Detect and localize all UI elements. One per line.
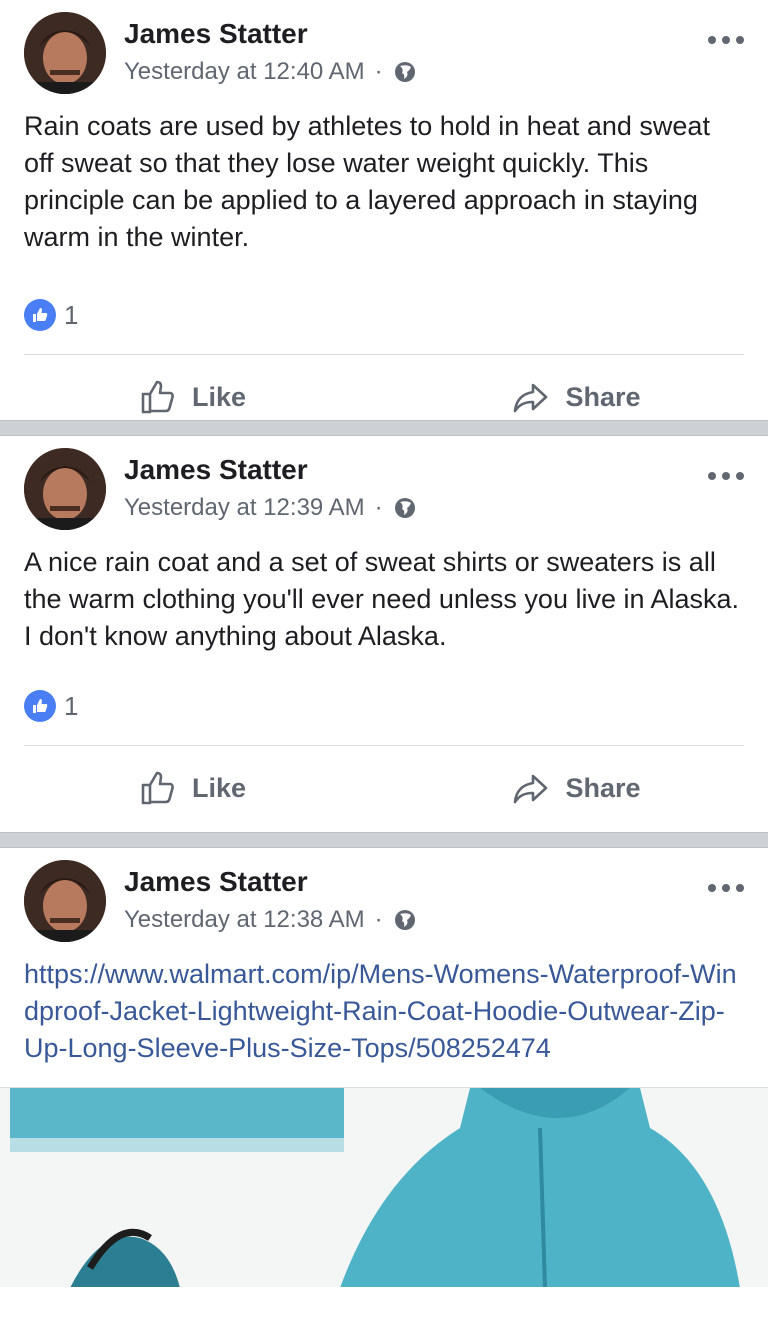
share-label: Share: [565, 772, 641, 803]
globe-icon: [393, 60, 417, 84]
post: James Statter Yesterday at 12:39 AM · A …: [0, 436, 768, 832]
post-actions: Like Share: [0, 746, 768, 830]
post-link[interactable]: https://www.walmart.com/ip/Mens-Womens-W…: [24, 959, 737, 1063]
avatar[interactable]: [24, 860, 106, 942]
post-timestamp[interactable]: Yesterday at 12:40 AM: [124, 58, 365, 86]
meta-dot: ·: [374, 494, 383, 521]
share-arrow-icon: [514, 774, 548, 804]
reactions-summary[interactable]: 1: [0, 667, 768, 745]
feed-divider: [0, 832, 768, 848]
post-header: James Statter Yesterday at 12:38 AM ·: [0, 848, 768, 948]
like-count: 1: [64, 299, 79, 330]
avatar[interactable]: [24, 448, 106, 530]
post-text: A nice rain coat and a set of sweat shir…: [24, 547, 740, 651]
link-preview-image[interactable]: [0, 1087, 768, 1287]
post-timestamp[interactable]: Yesterday at 12:38 AM: [124, 906, 365, 934]
share-arrow-icon: [514, 383, 548, 413]
news-feed: James Statter Yesterday at 12:40 AM · Ra…: [0, 0, 768, 1323]
globe-icon: [393, 908, 417, 932]
post-timestamp[interactable]: Yesterday at 12:39 AM: [124, 494, 365, 522]
more-options-icon[interactable]: [708, 878, 744, 898]
post: James Statter Yesterday at 12:38 AM · ht…: [0, 848, 768, 1323]
thumbs-up-icon: [141, 380, 174, 414]
post-header: James Statter Yesterday at 12:40 AM ·: [0, 0, 768, 100]
author-name[interactable]: James Statter: [124, 866, 308, 898]
post-text: https://www.walmart.com/ip/Mens-Womens-W…: [0, 948, 768, 1067]
globe-icon: [393, 496, 417, 520]
author-name[interactable]: James Statter: [124, 454, 308, 486]
post-actions: Like Share: [0, 355, 768, 439]
reactions-summary[interactable]: 1: [0, 276, 768, 354]
like-label: Like: [191, 772, 247, 803]
like-count: 1: [64, 690, 79, 721]
share-label: Share: [565, 381, 641, 412]
post-meta: Yesterday at 12:40 AM ·: [124, 58, 417, 86]
more-options-icon[interactable]: [708, 466, 744, 486]
post-header: James Statter Yesterday at 12:39 AM ·: [0, 436, 768, 536]
thumbs-up-icon: [141, 771, 174, 805]
post-meta: Yesterday at 12:38 AM ·: [124, 906, 417, 934]
post-meta: Yesterday at 12:39 AM ·: [124, 494, 417, 522]
meta-dot: ·: [374, 58, 383, 85]
like-reaction-icon: [24, 299, 56, 331]
post: James Statter Yesterday at 12:40 AM · Ra…: [0, 0, 768, 420]
share-button[interactable]: Share: [384, 768, 768, 808]
more-options-icon[interactable]: [708, 30, 744, 50]
post-text: Rain coats are used by athletes to hold …: [24, 111, 710, 252]
like-button[interactable]: Like: [0, 768, 384, 808]
like-reaction-icon: [24, 690, 56, 722]
author-name[interactable]: James Statter: [124, 18, 308, 50]
share-button[interactable]: Share: [384, 377, 768, 417]
like-button[interactable]: Like: [0, 377, 384, 417]
like-label: Like: [191, 381, 247, 412]
avatar[interactable]: [24, 12, 106, 94]
meta-dot: ·: [374, 906, 383, 933]
